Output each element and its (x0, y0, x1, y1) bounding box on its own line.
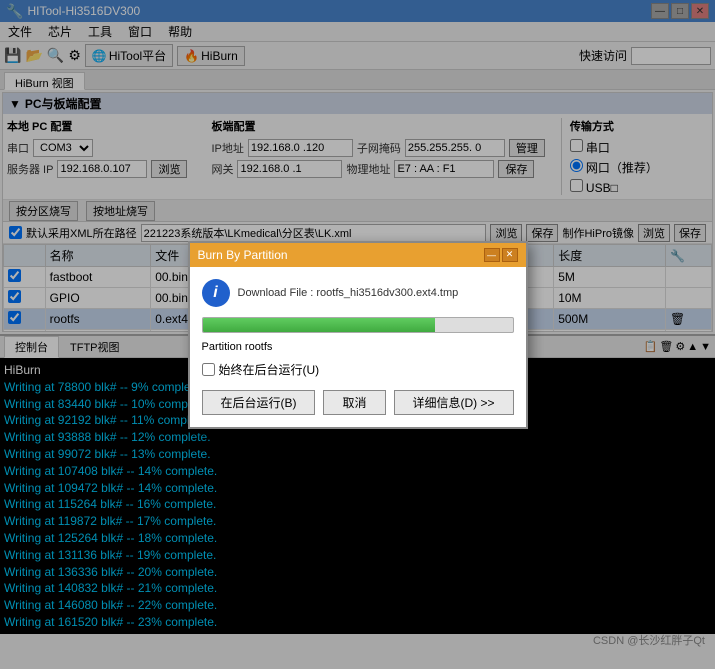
partition-label: Partition rootfs (202, 341, 514, 353)
burn-by-partition-dialog: Burn By Partition — ✕ i Download File : … (188, 241, 528, 429)
dialog-close-btn[interactable]: ✕ (502, 248, 518, 262)
background-checkbox[interactable] (202, 363, 215, 376)
progress-bar-fill (203, 318, 436, 332)
background-checkbox-row: 始终在后台运行(U) (202, 361, 514, 378)
info-icon: i (202, 279, 230, 307)
dialog-buttons: 在后台运行(B) 取消 详细信息(D) >> (202, 390, 514, 415)
dialog-body: i Download File : rootfs_hi3516dv300.ext… (190, 267, 526, 427)
progress-bar-container (202, 317, 514, 333)
dialog-title-text: Burn By Partition (198, 248, 288, 262)
dialog-info-row: i Download File : rootfs_hi3516dv300.ext… (202, 279, 514, 307)
download-label: Download File : rootfs_hi3516dv300.ext4.… (238, 287, 459, 299)
dialog-title-controls: — ✕ (484, 248, 518, 262)
dialog-overlay: Burn By Partition — ✕ i Download File : … (0, 0, 715, 669)
dialog-title-bar: Burn By Partition — ✕ (190, 243, 526, 267)
cancel-button[interactable]: 取消 (323, 390, 385, 415)
dialog-minimize-btn[interactable]: — (484, 248, 500, 262)
in-background-button[interactable]: 在后台运行(B) (202, 390, 316, 415)
background-checkbox-label: 始终在后台运行(U) (219, 361, 320, 378)
details-button[interactable]: 详细信息(D) >> (394, 390, 514, 415)
